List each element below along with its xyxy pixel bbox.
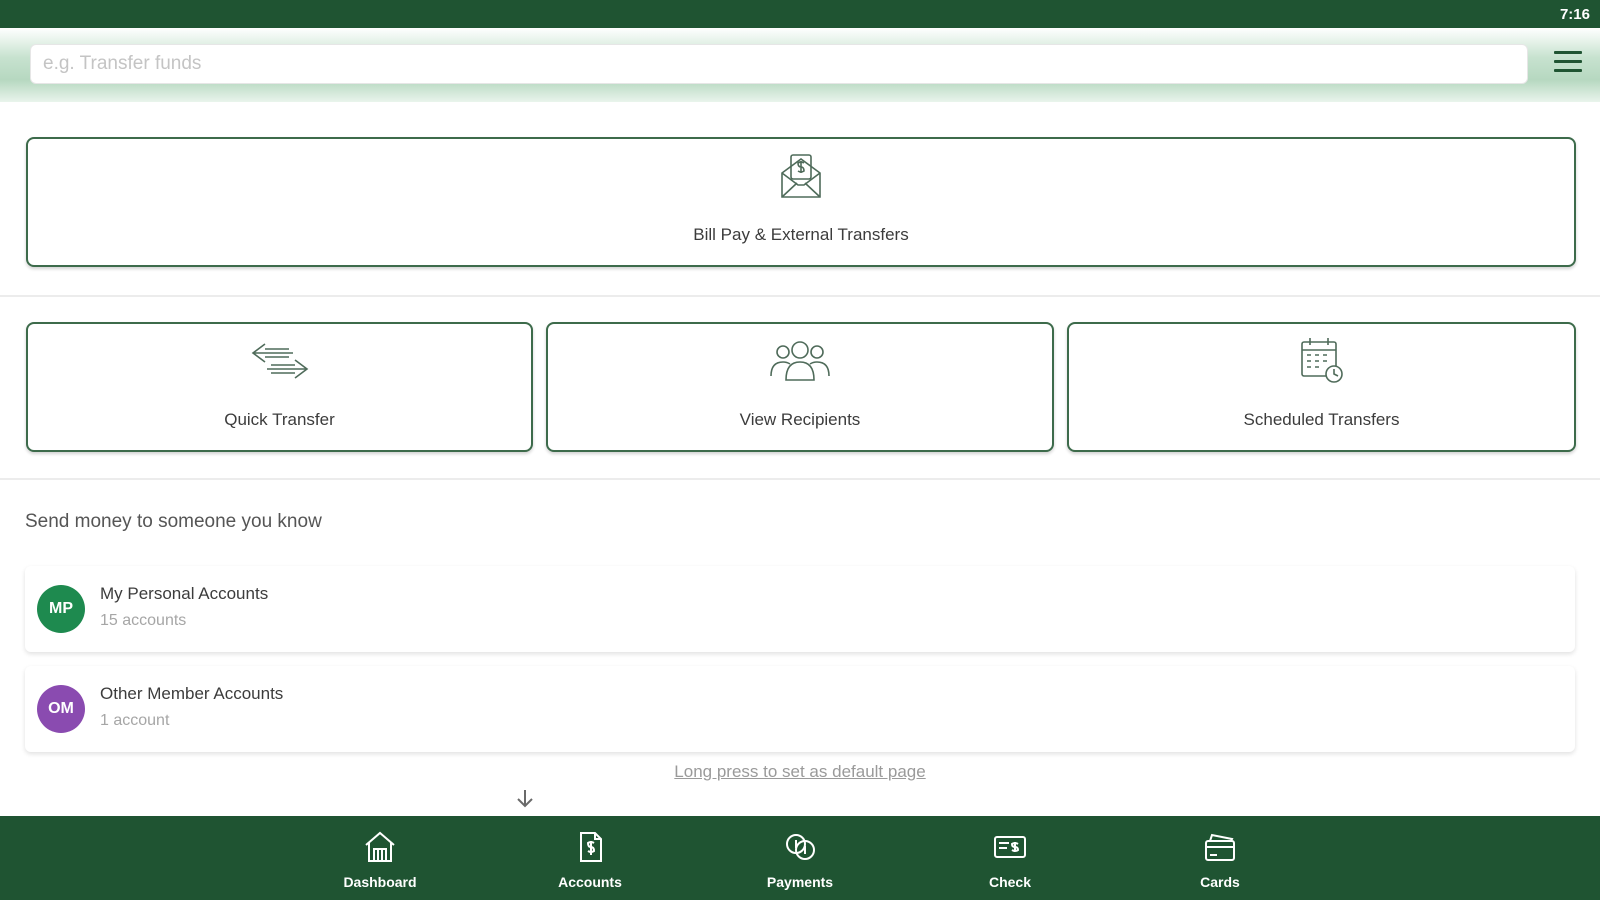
section-divider (0, 295, 1600, 297)
bill-pay-label: Bill Pay & External Transfers (693, 225, 909, 244)
card-icon (1205, 833, 1235, 861)
nav-cards-label: Cards (1200, 874, 1240, 890)
nav-check[interactable]: Check (950, 816, 1070, 900)
section-divider-2 (0, 478, 1600, 480)
document-dollar-icon (580, 832, 602, 862)
account-count: 1 account (100, 712, 170, 729)
transfer-arrows-icon (251, 343, 308, 379)
send-money-title: Send money to someone you know (25, 511, 322, 532)
view-recipients-tile[interactable]: View Recipients (546, 322, 1054, 452)
search-header (0, 28, 1600, 102)
quick-transfer-tile[interactable]: Quick Transfer (26, 322, 533, 452)
quick-transfer-label: Quick Transfer (224, 410, 335, 429)
nav-payments-label: Payments (766, 874, 834, 890)
nav-check-label: Check (988, 874, 1032, 890)
avatar: OM (37, 685, 85, 733)
account-name: My Personal Accounts (100, 584, 269, 603)
view-recipients-label: View Recipients (739, 410, 861, 429)
hamburger-menu-icon[interactable] (1554, 51, 1582, 77)
avatar: MP (37, 585, 85, 633)
status-time: 7:16 (1559, 6, 1590, 23)
envelope-dollar-icon (781, 154, 821, 198)
set-default-page-link[interactable]: Long press to set as default page (600, 762, 1000, 782)
nav-payments[interactable]: Payments (740, 816, 860, 900)
nav-dashboard[interactable]: Dashboard (320, 816, 440, 900)
nav-cards[interactable]: Cards (1160, 816, 1280, 900)
bottom-nav: Dashboard Accounts Payments Check Cards (0, 816, 1600, 900)
nav-accounts-label: Accounts (558, 874, 622, 890)
scheduled-transfers-tile[interactable]: Scheduled Transfers (1067, 322, 1576, 452)
check-icon (994, 836, 1026, 858)
people-group-icon (770, 341, 830, 381)
arrow-down-icon[interactable] (515, 788, 535, 810)
status-bar: 7:16 (0, 0, 1600, 28)
search-input[interactable] (30, 44, 1528, 84)
account-card-other[interactable]: OM Other Member Accounts 1 account (25, 666, 1575, 752)
scheduled-transfers-label: Scheduled Transfers (1243, 410, 1400, 429)
home-icon (365, 831, 395, 862)
calendar-clock-icon (1300, 338, 1343, 383)
account-count: 15 accounts (100, 612, 187, 629)
nav-accounts[interactable]: Accounts (530, 816, 650, 900)
bill-pay-tile[interactable]: Bill Pay & External Transfers (26, 137, 1576, 267)
payments-icon (786, 834, 815, 860)
nav-dashboard-label: Dashboard (343, 874, 417, 890)
account-name: Other Member Accounts (100, 684, 284, 703)
account-card-personal[interactable]: MP My Personal Accounts 15 accounts (25, 566, 1575, 652)
